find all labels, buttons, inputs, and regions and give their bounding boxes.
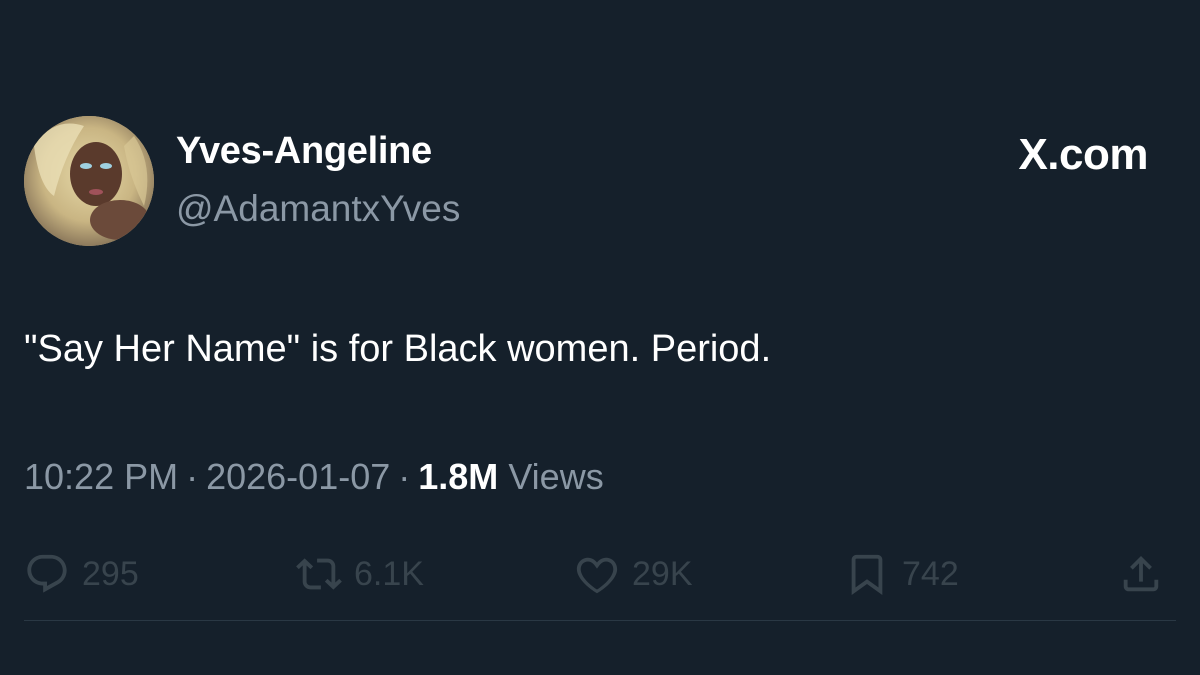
reply-count: 295	[82, 554, 139, 593]
share-icon	[1123, 555, 1159, 592]
display-name[interactable]: Yves-Angeline	[176, 130, 432, 173]
avatar[interactable]	[24, 116, 154, 246]
reply-button[interactable]: 295	[24, 548, 139, 600]
meta-separator: ·	[398, 456, 411, 497]
tweet-date[interactable]: 2026-01-07	[206, 456, 390, 497]
repost-button[interactable]: 6.1K	[296, 548, 424, 600]
repost-count: 6.1K	[354, 554, 424, 593]
share-button[interactable]	[1118, 548, 1164, 600]
bookmark-count: 742	[902, 554, 959, 593]
heart-icon	[576, 557, 618, 594]
views-count: 1.8M	[418, 456, 499, 497]
user-handle[interactable]: @AdamantxYves	[176, 188, 460, 230]
reply-icon	[27, 554, 67, 593]
meta-separator: ·	[186, 456, 199, 497]
divider	[24, 620, 1176, 621]
tweet-meta: 10:22 PM · 2026-01-07 · 1.8M Views	[24, 456, 604, 498]
bookmark-button[interactable]: 742	[844, 548, 959, 600]
repost-icon	[296, 558, 342, 590]
views-label: Views	[508, 456, 604, 497]
like-count: 29K	[632, 554, 693, 593]
like-button[interactable]: 29K	[574, 548, 693, 600]
tweet-time[interactable]: 10:22 PM	[24, 456, 178, 497]
bookmark-icon	[851, 554, 883, 595]
action-bar: 295 6.1K 29K 742	[0, 548, 1200, 600]
tweet-text: "Say Her Name" is for Black women. Perio…	[24, 328, 772, 370]
avatar-image	[24, 116, 154, 246]
brand-logo: X.com	[1018, 130, 1148, 179]
